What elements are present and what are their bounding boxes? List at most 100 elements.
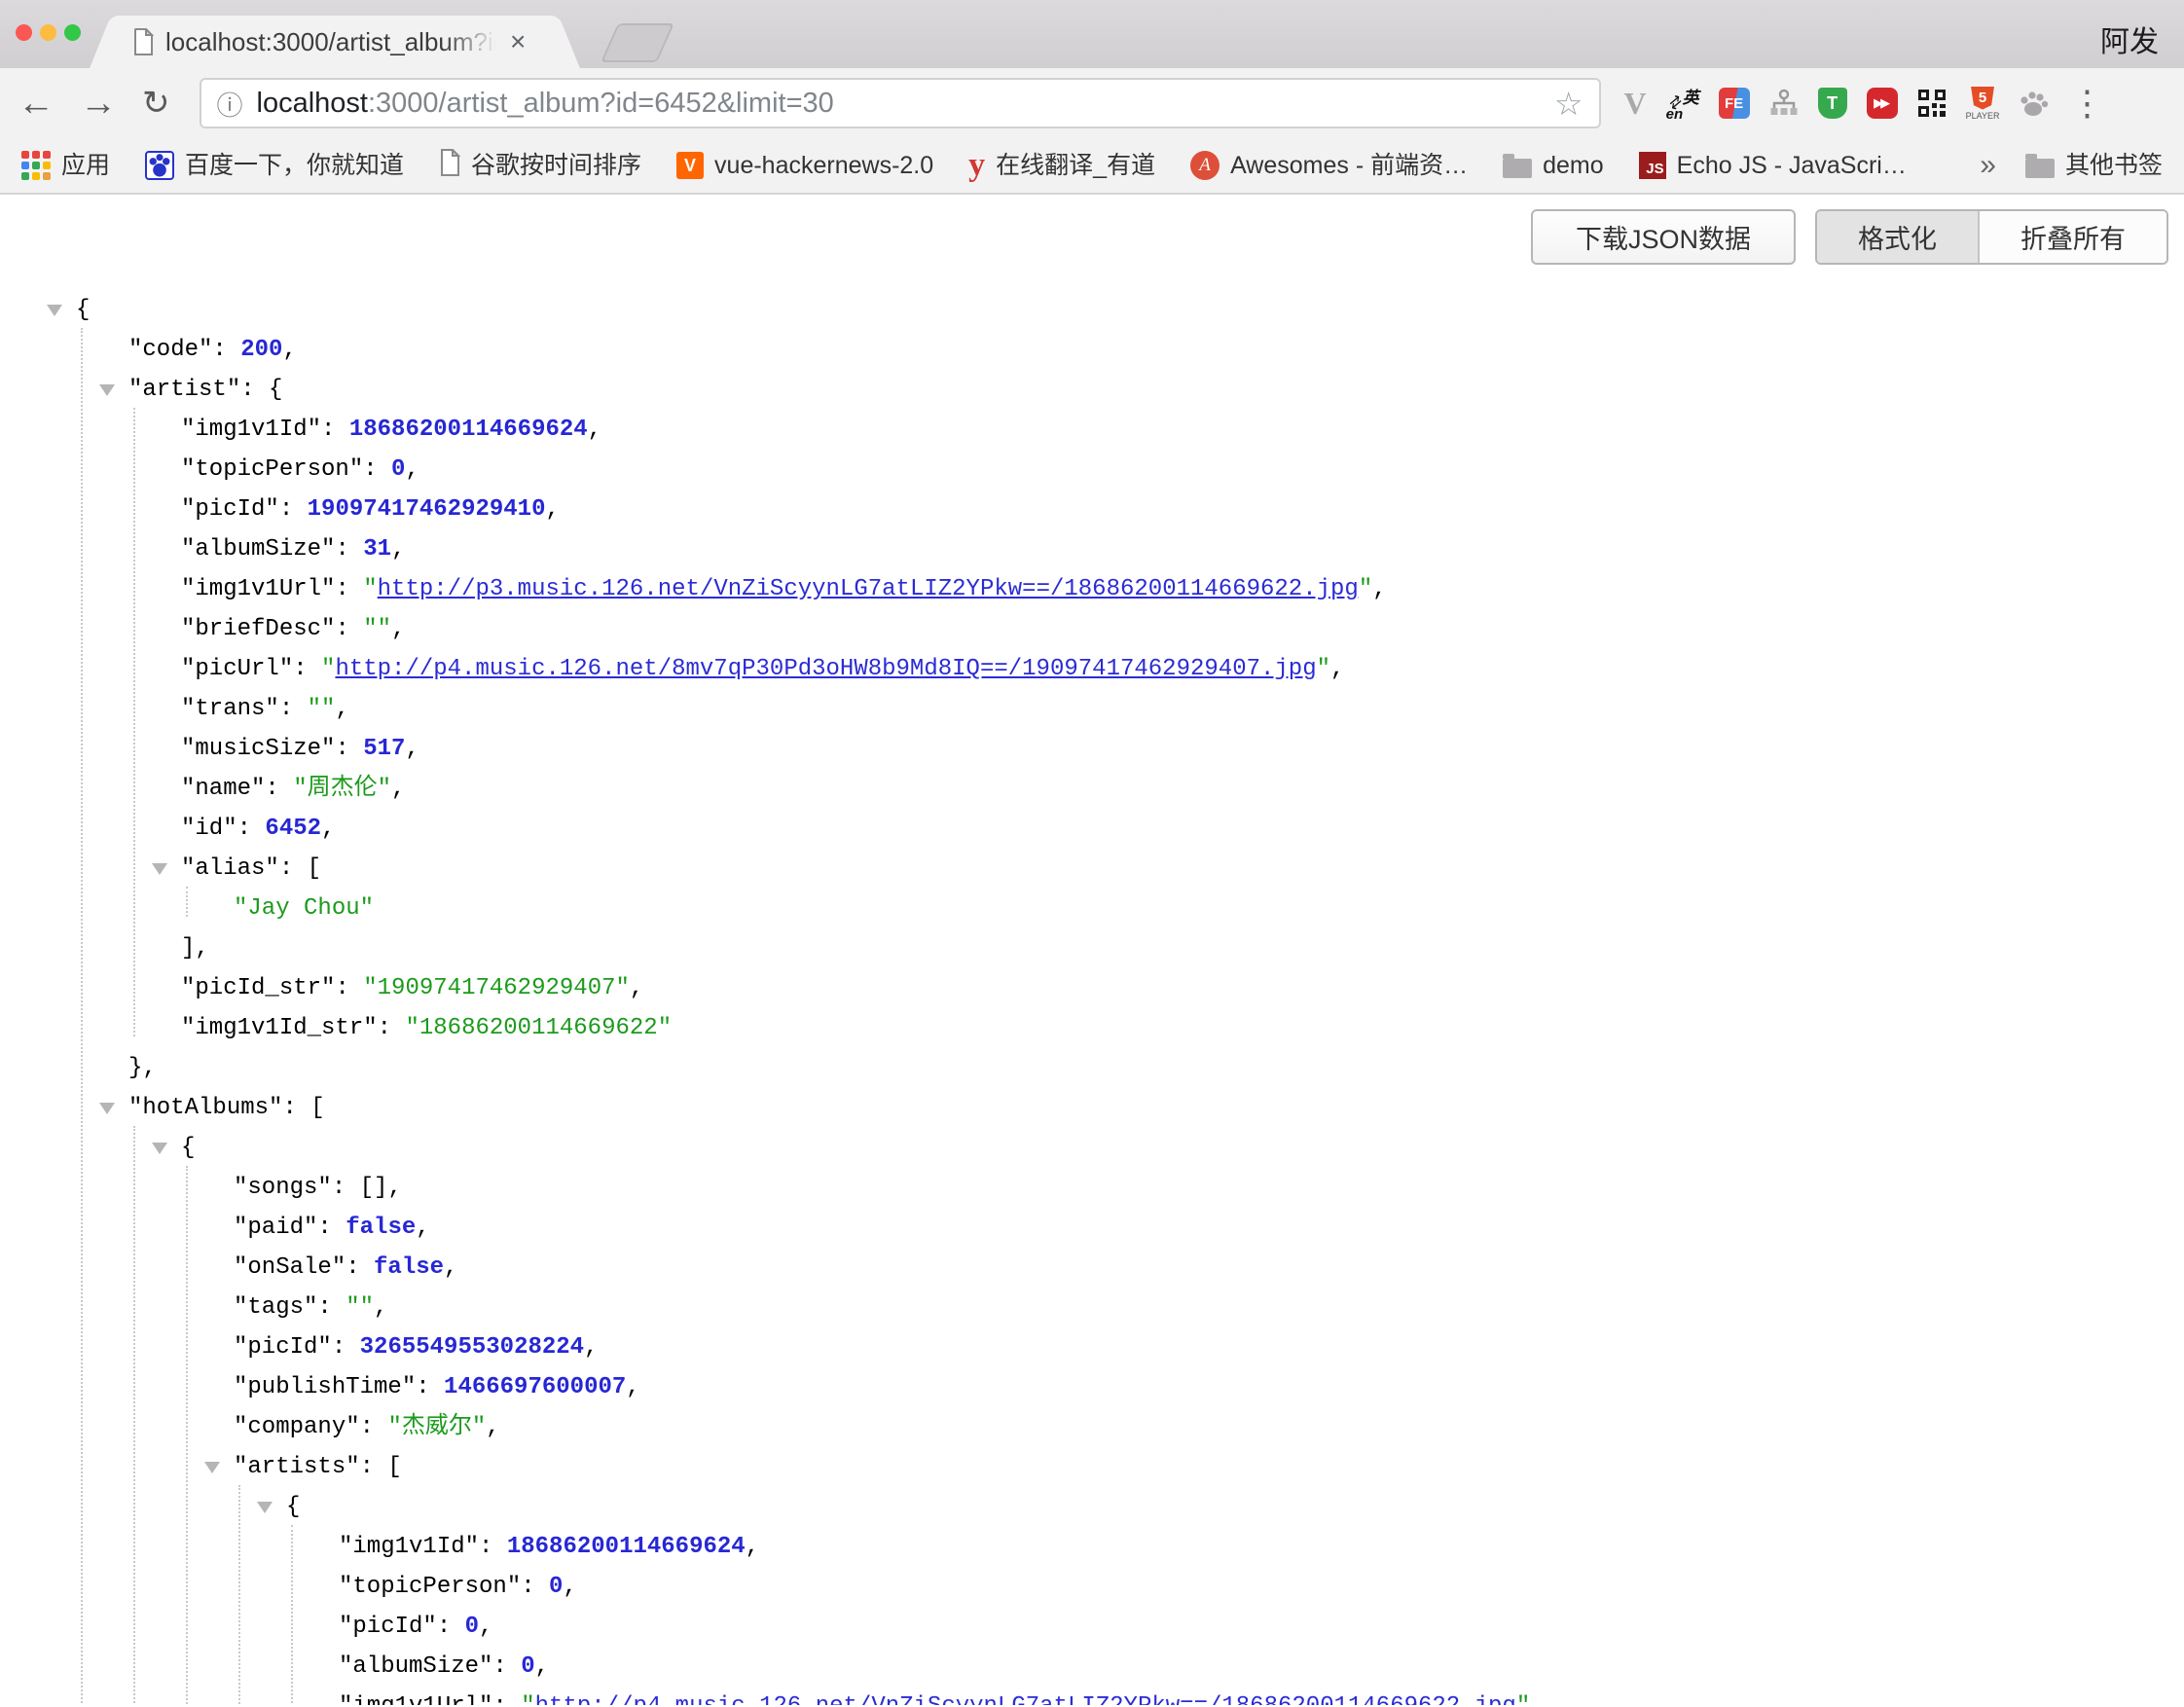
json-value: :	[360, 1414, 388, 1440]
json-line: "albumSize": 31,	[0, 529, 2184, 569]
json-value: :	[335, 536, 363, 563]
json-value: 19097417462929410	[308, 496, 546, 523]
site-info-icon[interactable]: ⓘ	[217, 85, 243, 123]
paw-extension-icon[interactable]	[2019, 89, 2050, 118]
bookmark-item[interactable]: 应用	[21, 151, 110, 180]
json-key: "picUrl"	[181, 656, 293, 682]
json-value: :	[492, 1653, 521, 1680]
translate-extension-icon[interactable]: ⇄ 英 en	[1666, 86, 1699, 121]
json-value: "	[1317, 656, 1330, 682]
bookmark-label: 应用	[61, 154, 110, 178]
tampermonkey-extension-icon[interactable]: T	[1818, 88, 1847, 119]
bookmark-item[interactable]: y在线翻译_有道	[968, 152, 1155, 178]
json-line: "publishTime": 1466697600007,	[0, 1367, 2184, 1407]
apps-grid-cell	[32, 162, 40, 169]
apps-grid-icon	[21, 151, 51, 180]
json-value: ""	[346, 1294, 374, 1321]
bookmark-item[interactable]: AAwesomes - 前端资…	[1190, 151, 1468, 180]
collapse-toggle-icon[interactable]	[204, 1462, 220, 1473]
reload-icon[interactable]: ↻	[142, 87, 170, 120]
vue-devtools-icon[interactable]: V	[1624, 86, 1647, 122]
bookmark-item[interactable]: demo	[1503, 154, 1604, 178]
json-line: "code": 200,	[0, 330, 2184, 370]
json-key: "picId_str"	[181, 975, 335, 1001]
profile-name[interactable]: 阿发	[2100, 18, 2159, 60]
json-url-link[interactable]: http://p4.music.126.net/8mv7qP30Pd3oHW8b…	[335, 656, 1316, 682]
json-value: {	[286, 1494, 300, 1520]
json-line: "briefDesc": "",	[0, 609, 2184, 649]
bookmark-item[interactable]: Vvue-hackernews-2.0	[676, 152, 933, 179]
json-value: : [	[282, 1095, 324, 1121]
json-line: },	[0, 1048, 2184, 1088]
json-value: :	[237, 816, 266, 842]
other-bookmarks-label: 其他书签	[2065, 154, 2163, 178]
json-key: "picId"	[181, 496, 279, 523]
close-window-button[interactable]	[16, 24, 32, 41]
json-value: "	[321, 656, 335, 682]
json-value: :	[335, 975, 363, 1001]
video-speed-extension-icon[interactable]: ▶▶	[1867, 88, 1898, 119]
json-line: "musicSize": 517,	[0, 729, 2184, 769]
json-value: :	[335, 616, 363, 642]
translate-en-glyph: en	[1666, 106, 1684, 123]
json-key: "paid"	[234, 1215, 317, 1241]
bookmarks-overflow-icon[interactable]: »	[1980, 149, 1996, 182]
json-value: :	[416, 1374, 444, 1400]
json-value: ,	[391, 536, 405, 563]
collapse-all-button[interactable]: 折叠所有	[1980, 211, 2166, 263]
json-value: ,	[405, 736, 419, 762]
bookmark-label: 谷歌按时间排序	[471, 154, 641, 178]
json-value: ],	[181, 935, 209, 962]
json-url-link[interactable]: http://p3.music.126.net/VnZiScyynLG7atLI…	[378, 576, 1359, 602]
translate-cn-glyph: 英	[1683, 84, 1699, 108]
json-line: "artist": {	[0, 370, 2184, 410]
browser-menu-icon[interactable]: ⋮	[2069, 86, 2104, 121]
json-url-link[interactable]: http://p4.music.126.net/VnZiScyynLG7atLI…	[535, 1693, 1516, 1705]
tab-close-icon[interactable]: ×	[510, 28, 526, 55]
json-value: 18686200114669624	[349, 417, 588, 443]
json-line: "picId": 19097417462929410,	[0, 490, 2184, 529]
zoom-window-button[interactable]	[64, 24, 81, 41]
collapse-toggle-icon[interactable]	[99, 1103, 115, 1114]
json-key: "musicSize"	[181, 736, 335, 762]
bookmark-star-icon[interactable]: ☆	[1554, 88, 1583, 120]
other-bookmarks-folder[interactable]: 其他书签	[2025, 154, 2163, 178]
json-value: :	[521, 1574, 549, 1600]
fe-extension-icon[interactable]: FE	[1719, 88, 1750, 119]
url-text: localhost:3000/artist_album?id=6452&limi…	[257, 88, 1554, 120]
forward-icon[interactable]: →	[80, 85, 117, 122]
address-bar[interactable]: ⓘ localhost:3000/artist_album?id=6452&li…	[200, 78, 1601, 128]
extensions-area: V ⇄ 英 en FE T ▶▶	[1624, 86, 2051, 122]
json-value: :	[479, 1534, 507, 1560]
browser-toolbar: ← → ↻ ⓘ localhost:3000/artist_album?id=6…	[0, 68, 2184, 138]
bookmark-item[interactable]: 百度一下，你就知道	[145, 151, 404, 180]
bookmark-label: vue-hackernews-2.0	[714, 154, 933, 178]
json-key: "code"	[128, 337, 212, 363]
browser-tab[interactable]: localhost:3000/artist_album?id ×	[115, 16, 555, 68]
collapse-toggle-icon[interactable]	[99, 384, 115, 396]
collapse-toggle-icon[interactable]	[152, 863, 167, 875]
bookmark-item[interactable]: JS Echo JS - JavaScri…	[1639, 152, 1907, 179]
sitemap-extension-icon[interactable]	[1769, 89, 1799, 118]
bookmark-label: demo	[1543, 154, 1604, 178]
minimize-window-button[interactable]	[40, 24, 56, 41]
html5-player-extension-icon[interactable]: 5 PLAYER	[1966, 87, 2000, 121]
back-icon[interactable]: ←	[18, 85, 55, 122]
json-value: : {	[240, 377, 282, 403]
format-button[interactable]: 格式化	[1817, 211, 1980, 263]
json-value: ,	[535, 1653, 549, 1680]
echojs-icon: JS	[1639, 152, 1666, 179]
collapse-toggle-icon[interactable]	[47, 305, 62, 316]
bookmark-item[interactable]: 谷歌按时间排序	[439, 149, 641, 183]
json-actions: 下载JSON数据 格式化 折叠所有	[1531, 209, 2168, 265]
download-json-button[interactable]: 下载JSON数据	[1531, 209, 1796, 265]
collapse-toggle-icon[interactable]	[257, 1502, 273, 1513]
bookmark-label: Echo JS - JavaScri…	[1677, 154, 1907, 178]
collapse-toggle-icon[interactable]	[152, 1143, 167, 1154]
apps-grid-cell	[32, 172, 40, 180]
json-value: 0	[521, 1653, 534, 1680]
html5-shield-glyph: 5	[1971, 87, 1994, 110]
json-line: "picUrl": "http://p4.music.126.net/8mv7q…	[0, 649, 2184, 689]
qrcode-extension-icon[interactable]	[1917, 89, 1947, 118]
new-tab-button[interactable]	[601, 23, 674, 62]
